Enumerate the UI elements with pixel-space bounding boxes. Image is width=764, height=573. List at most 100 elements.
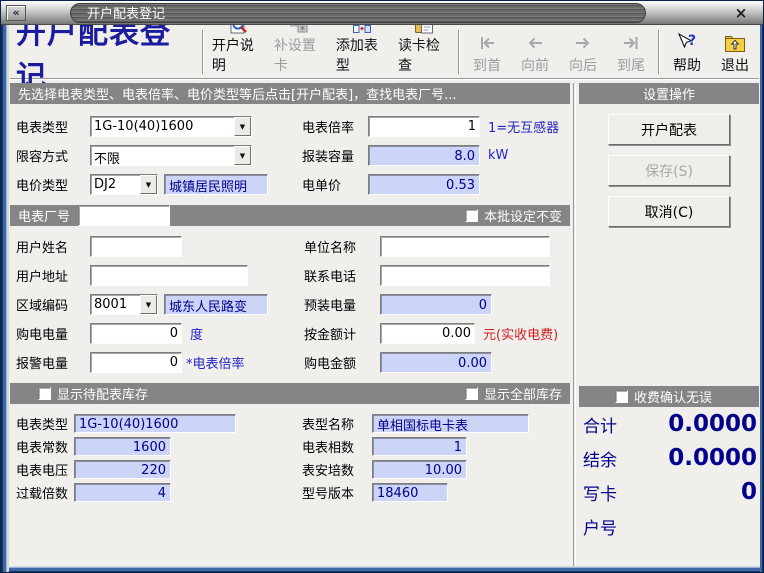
toolbar-button-label: 补设置卡 <box>274 35 326 75</box>
meter-info-row: 电表常数 1600 电表相数 1 <box>10 435 570 458</box>
balance-value: 0.0000 <box>617 445 757 471</box>
cancel-button[interactable]: 取消(C) <box>608 196 730 227</box>
toolbar: 开户配表登记 开户说明 补设置卡 添加表型 <box>10 26 759 79</box>
read-card-check-button[interactable]: 读卡检查 <box>393 26 455 78</box>
alarm-label: 报警电量 <box>10 353 90 372</box>
meter-type-dropdown[interactable]: 1G-10(40)1600 ▼ <box>90 116 252 137</box>
area-code-dropdown[interactable]: 8001 ▼ <box>90 294 158 315</box>
svg-text:?: ? <box>688 33 696 49</box>
constant-label: 电表常数 <box>10 437 74 456</box>
phone-label: 联系电话 <box>302 266 380 285</box>
area-label: 区域编码 <box>10 295 90 314</box>
voltage-label: 电表电压 <box>10 460 74 479</box>
show-all-stock-label: 显示全部库存 <box>484 384 562 403</box>
info-type-label: 电表类型 <box>10 414 74 433</box>
name-label: 用户姓名 <box>10 237 90 256</box>
chevron-down-icon[interactable]: ▼ <box>234 146 251 165</box>
capacity-unit: kW <box>488 148 508 163</box>
address-row: 用户地址 联系电话 <box>10 261 570 290</box>
go-first-button: 到首 <box>463 26 511 78</box>
window-bottom-border <box>1 566 763 572</box>
chevron-down-icon[interactable]: ▼ <box>140 175 157 194</box>
price-type-dropdown[interactable]: DJ2 ▼ <box>90 174 158 195</box>
chevron-down-icon[interactable]: ▼ <box>140 295 157 314</box>
summary-row-balance: 结余 0.0000 <box>579 441 759 475</box>
instruction-text: 先选择电表类型、电表倍率、电价类型等后点击[开户配表]，查找电表厂号... <box>18 84 457 103</box>
ratio-input[interactable] <box>368 116 480 137</box>
factory-number-input[interactable] <box>78 205 170 226</box>
writecard-value: 0 <box>617 479 757 505</box>
toolbar-separator <box>202 30 204 74</box>
phone-input[interactable] <box>380 265 550 286</box>
chevron-down-icon[interactable]: ▼ <box>234 117 251 136</box>
toolbar-button-label: 添加表型 <box>336 35 388 75</box>
toolbar-button-label: 读卡检查 <box>398 35 450 75</box>
next-arrow-icon <box>572 31 594 55</box>
purchase-qty-input[interactable] <box>90 323 182 344</box>
form-area: 先选择电表类型、电表倍率、电价类型等后点击[开户配表]，查找电表厂号... 电表… <box>10 83 570 567</box>
open-account-help-button[interactable]: 开户说明 <box>207 26 269 78</box>
price-type-desc: 城镇居民照明 <box>164 174 268 195</box>
area-code-value: 8001 <box>91 295 140 314</box>
unit-price-label: 电单价 <box>302 175 368 194</box>
toolbar-button-label: 开户说明 <box>212 35 264 75</box>
capacity-label: 报装容量 <box>302 146 368 165</box>
phase-field: 1 <box>372 437 467 456</box>
fee-confirm-label: 收费确认无误 <box>634 387 712 406</box>
batch-fixed-checkbox[interactable] <box>465 209 478 222</box>
factory-number-label: 电表厂号 <box>18 206 70 225</box>
window-title: 开户配表登记 <box>87 3 165 22</box>
purchase-qty-label: 购电电量 <box>10 324 90 343</box>
limit-mode-dropdown[interactable]: 不限 ▼ <box>90 145 252 166</box>
price-type-row: 电价类型 DJ2 ▼ 城镇居民照明 电单价 0.53 <box>10 170 570 199</box>
org-input[interactable] <box>380 236 550 257</box>
prev-arrow-icon <box>524 31 546 55</box>
name-input[interactable] <box>90 236 182 257</box>
meter-type-value: 1G-10(40)1600 <box>91 117 234 136</box>
constant-field: 1600 <box>74 437 171 456</box>
page-title: 开户配表登记 <box>10 26 199 78</box>
toolbar-button-label: 到尾 <box>617 55 645 75</box>
app-logo-icon: « <box>6 5 26 21</box>
ampere-label: 表安培数 <box>302 460 372 479</box>
limit-value: 不限 <box>91 146 234 165</box>
alarm-input[interactable] <box>90 352 182 373</box>
toolbar-button-label: 退出 <box>721 55 749 75</box>
voltage-field: 220 <box>74 460 171 479</box>
meter-info-row: 过载倍数 4 型号版本 18460 <box>10 481 570 504</box>
meter-info-row: 电表类型 1G-10(40)1600 表型名称 单相国标电卡表 <box>10 412 570 435</box>
first-arrow-icon <box>476 31 498 55</box>
phase-label: 电表相数 <box>302 437 372 456</box>
alarm-hint: *电表倍率 <box>186 353 245 372</box>
add-meter-model-button[interactable]: 添加表型 <box>331 26 393 78</box>
stock-bar: 显示待配表库存 显示全部库存 <box>10 383 570 404</box>
panel-header: 设置操作 <box>579 83 759 104</box>
fee-confirm-bar: 收费确认无误 <box>579 386 759 407</box>
help-button[interactable]: ? 帮助 <box>663 26 711 78</box>
by-amount-label: 按金额计 <box>302 324 380 343</box>
by-amount-input[interactable] <box>380 323 475 344</box>
close-icon[interactable]: × <box>719 2 763 24</box>
limit-label: 限容方式 <box>10 146 90 165</box>
toolbar-button-label: 到首 <box>473 55 501 75</box>
area-code-row: 区域编码 8001 ▼ 城东人民路变 预装电量 0 <box>10 290 570 319</box>
assign-meter-button[interactable]: 开户配表 <box>608 114 730 145</box>
exit-button[interactable]: 退出 <box>711 26 759 78</box>
instruction-bar: 先选择电表类型、电表倍率、电价类型等后点击[开户配表]，查找电表厂号... <box>10 83 570 104</box>
summary-row-total: 合计 0.0000 <box>579 407 759 441</box>
show-pending-stock-checkbox[interactable] <box>38 387 51 400</box>
title-bar: « 开户配表登记 × <box>1 1 763 25</box>
toolbar-button-label: 帮助 <box>673 55 701 75</box>
window-left-border <box>1 25 9 572</box>
show-all-stock-checkbox[interactable] <box>465 387 478 400</box>
toolbar-button-label: 向后 <box>569 55 597 75</box>
preload-field: 0 <box>380 294 492 315</box>
action-panel: 设置操作 开户配表 保存(S) 取消(C) 收费确认无误 合计 0.0000 <box>579 83 759 567</box>
address-input[interactable] <box>90 265 248 286</box>
version-field: 18460 <box>372 483 448 502</box>
summary-row-account: 户号 <box>579 509 759 543</box>
purchase-amt-label: 购电金额 <box>302 353 380 372</box>
help-cursor-icon: ? <box>675 31 699 55</box>
by-amount-hint: 元(实收电费) <box>483 324 558 343</box>
fee-confirm-checkbox[interactable] <box>615 390 628 403</box>
